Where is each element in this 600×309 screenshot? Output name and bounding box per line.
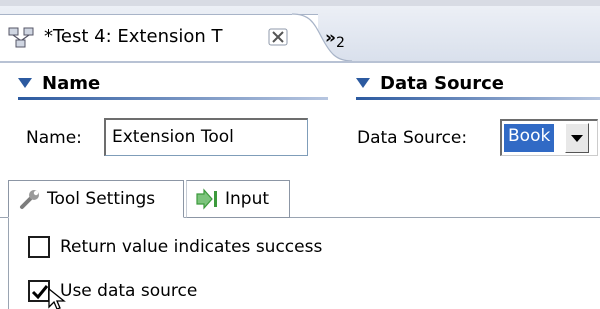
- return-value-checkbox[interactable]: [28, 236, 50, 258]
- data-source-section-header[interactable]: Data Source: [356, 66, 504, 100]
- data-source-select[interactable]: Book: [500, 119, 598, 156]
- editor-tab-title[interactable]: *Test 4: Extension T: [44, 26, 223, 47]
- chevron-icon: »: [325, 28, 336, 48]
- tab-folder-left-border: [8, 217, 9, 309]
- name-label: Name:: [26, 128, 82, 148]
- chevron-down-icon: [571, 135, 583, 142]
- tab-input[interactable]: Input: [186, 180, 290, 218]
- wrench-icon: [20, 190, 39, 209]
- overflow-count: 2: [335, 35, 345, 52]
- use-data-source-label: Use data source: [60, 281, 198, 301]
- data-source-label: Data Source:: [357, 128, 468, 148]
- tab-strip-top-border: [0, 0, 600, 6]
- return-value-option[interactable]: Return value indicates success: [28, 236, 322, 258]
- name-section-header[interactable]: Name: [18, 66, 100, 100]
- collapse-triangle-icon: [18, 78, 32, 88]
- data-source-section-title: Data Source: [380, 72, 505, 94]
- tab-strip-bottom-border: [0, 61, 600, 63]
- tool-test-icon: [7, 25, 37, 51]
- tab-overflow-button[interactable]: »2: [325, 28, 345, 51]
- collapse-triangle-icon: [356, 78, 370, 88]
- close-icon[interactable]: [268, 28, 288, 46]
- data-source-selected-value: Book: [502, 123, 556, 153]
- tab-input-label: Input: [225, 189, 270, 209]
- checkmark-icon: [31, 285, 49, 300]
- name-section-title: Name: [42, 72, 101, 94]
- name-input[interactable]: Extension Tool: [104, 118, 308, 156]
- editor-tab-strip: *Test 4: Extension T »2: [0, 0, 600, 63]
- data-source-section-rule: [356, 97, 600, 100]
- use-data-source-checkbox[interactable]: [28, 280, 50, 302]
- tab-tool-settings-label: Tool Settings: [47, 189, 156, 209]
- input-arrow-icon: [196, 188, 217, 210]
- name-section-rule: [18, 97, 328, 100]
- dropdown-arrow-button[interactable]: [565, 123, 589, 153]
- return-value-label: Return value indicates success: [60, 237, 323, 257]
- tab-tool-settings[interactable]: Tool Settings: [8, 180, 184, 218]
- mouse-pointer-icon: [48, 288, 66, 309]
